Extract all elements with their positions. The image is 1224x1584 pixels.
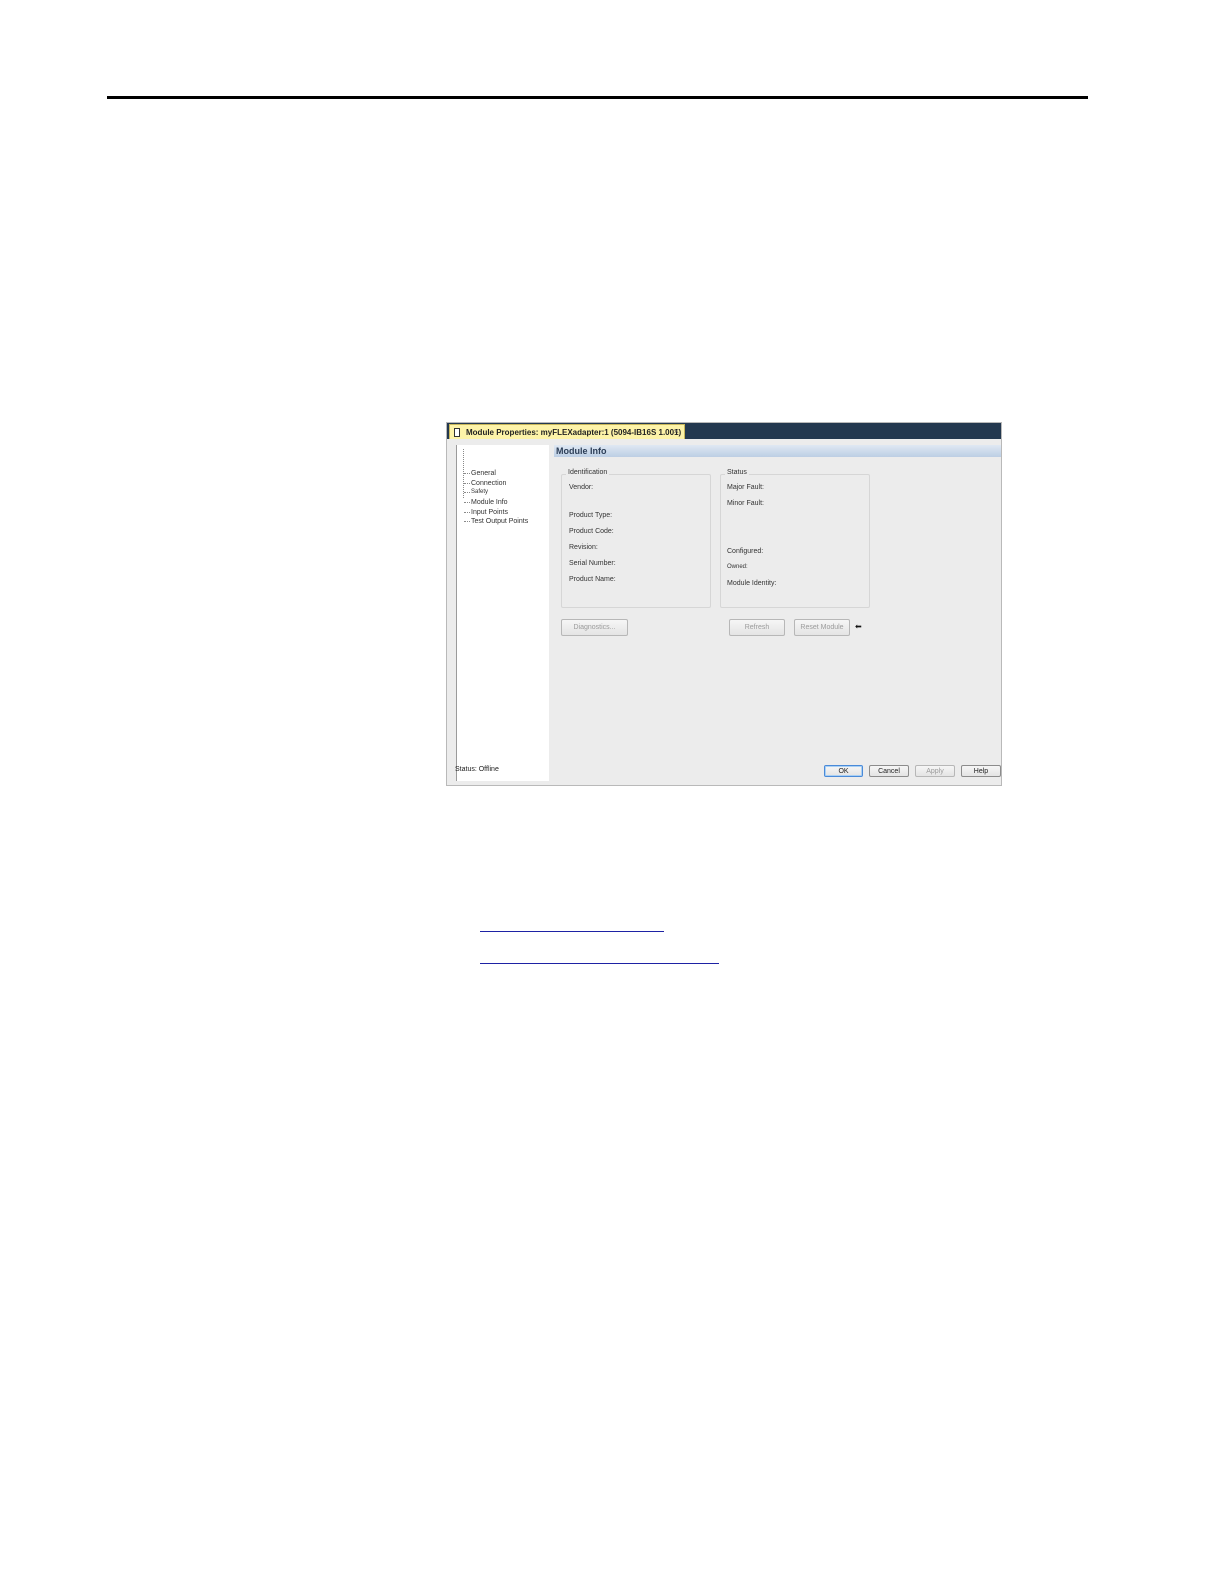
ok-button[interactable]: OK [824,765,863,777]
status-title: Status [725,469,749,476]
link-underline[interactable] [480,931,664,932]
vendor-label: Vendor: [569,484,594,491]
module-identity-label: Module Identity: [727,580,777,587]
section-title: Module Info [554,445,1001,457]
status-group: Status Major Fault: Minor Fault: Configu… [720,469,870,608]
link-underline[interactable] [480,963,719,964]
tab-bar: Module Properties: myFLEXadapter:1 (5094… [447,423,1001,439]
serial-number-label: Serial Number: [569,560,616,567]
product-name-label: Product Name: [569,576,616,583]
cancel-button[interactable]: Cancel [869,765,909,777]
module-properties-dialog: Module Properties: myFLEXadapter:1 (5094… [446,422,1002,786]
tree-item-safety[interactable]: Safety [464,487,488,497]
diagnostics-button[interactable]: Diagnostics... [561,619,628,636]
page-header-rule [107,96,1088,99]
product-type-label: Product Type: [569,512,613,519]
document-icon [454,427,460,437]
arrow-left-icon: ⬅ [855,622,862,631]
apply-button[interactable]: Apply [915,765,955,777]
refresh-button[interactable]: Refresh [729,619,785,636]
status-bar-text: Status: Offline [455,766,499,773]
minor-fault-label: Minor Fault: [727,500,764,507]
owned-label: Owned: [727,564,748,570]
category-tree: General Connection Safety Module Info In… [456,445,549,781]
tree-item-general[interactable]: General [464,468,496,478]
help-button[interactable]: Help [961,765,1001,777]
close-icon[interactable]: × [674,426,679,436]
tree-item-test-output-points[interactable]: Test Output Points [464,516,528,526]
identification-title: Identification [566,469,610,476]
tab-module-properties[interactable]: Module Properties: myFLEXadapter:1 (5094… [449,424,685,439]
major-fault-label: Major Fault: [727,484,764,491]
tab-title: Module Properties: myFLEXadapter:1 (5094… [466,427,682,437]
product-code-label: Product Code: [569,528,614,535]
tree-item-module-info[interactable]: Module Info [464,497,508,507]
configured-label: Configured: [727,548,764,555]
revision-label: Revision: [569,544,598,551]
identification-group: Identification Vendor: Product Type: Pro… [561,469,711,608]
reset-module-button[interactable]: Reset Module [794,619,850,636]
